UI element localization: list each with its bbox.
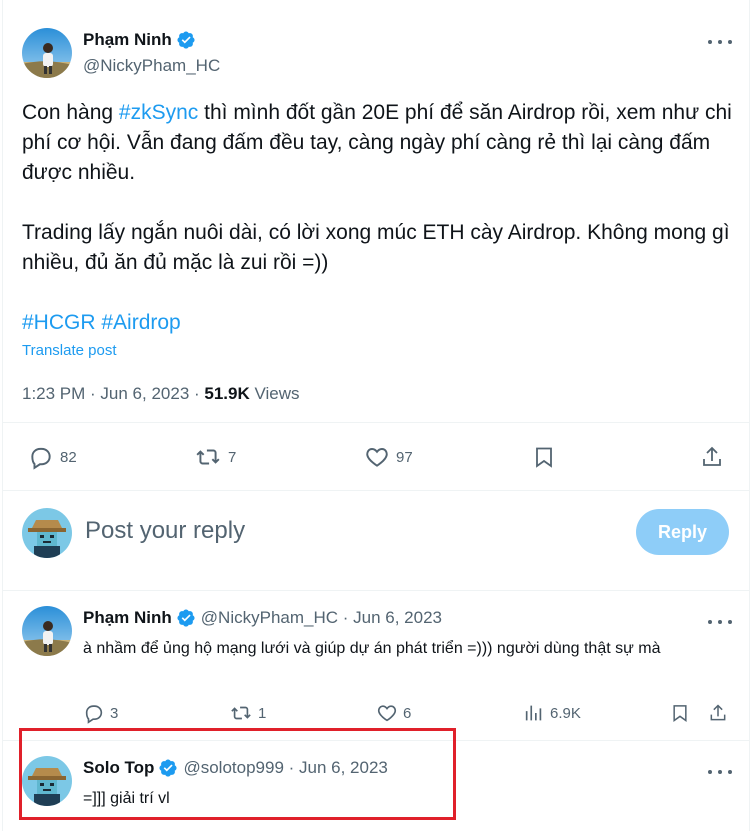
- more-icon[interactable]: [708, 32, 732, 52]
- share-icon: [710, 704, 726, 721]
- like-count: 6: [403, 704, 412, 722]
- bookmark-button[interactable]: [532, 444, 556, 470]
- heart-icon: [377, 705, 397, 722]
- reply-button[interactable]: 82: [28, 444, 77, 470]
- repost-icon: [231, 706, 251, 720]
- hashtag-zksync[interactable]: #zkSync: [119, 101, 198, 124]
- reply-submit-button[interactable]: Reply: [636, 509, 729, 555]
- bookmark-button[interactable]: [670, 702, 690, 724]
- repost-count: 7: [228, 448, 237, 466]
- reply-count: 82: [60, 448, 77, 466]
- reply-actions: 3 1 6 6.9K: [83, 702, 729, 726]
- like-button[interactable]: 97: [364, 444, 413, 470]
- hashtag-airdrop[interactable]: #Airdrop: [101, 311, 180, 334]
- author-handle[interactable]: @NickyPham_HC: [83, 56, 220, 76]
- views-count: 6.9K: [550, 704, 581, 722]
- share-button[interactable]: [700, 444, 724, 470]
- views-button[interactable]: 6.9K: [523, 702, 581, 724]
- more-icon[interactable]: [708, 762, 732, 782]
- views-label: Views: [249, 384, 300, 403]
- share-button[interactable]: [708, 702, 728, 724]
- tweet-meta: 1:23 PM · Jun 6, 2023 · 51.9K Views: [22, 384, 300, 404]
- frame-right-border: [749, 0, 750, 831]
- frame-left-border: [2, 0, 3, 831]
- heart-icon: [366, 448, 388, 467]
- share-icon: [703, 446, 721, 466]
- views-icon: [525, 705, 542, 721]
- tweet-paragraph-2: Trading lấy ngắn nuôi dài, có lời xong m…: [22, 221, 730, 274]
- repost-count: 1: [258, 704, 267, 722]
- reply-header: Phạm Ninh @NickyPham_HC · Jun 6, 2023: [83, 608, 442, 628]
- like-count: 97: [396, 448, 413, 466]
- reply-author-name[interactable]: Phạm Ninh: [83, 608, 172, 628]
- current-user-avatar[interactable]: [22, 508, 72, 558]
- bookmark-icon: [536, 447, 552, 468]
- translate-post-link[interactable]: Translate post: [22, 342, 117, 359]
- author-name[interactable]: Phạm Ninh: [83, 30, 172, 50]
- views-count: 51.9K: [204, 384, 250, 403]
- verified-badge-icon: [176, 608, 196, 628]
- repost-icon: [196, 449, 220, 465]
- tweet-time[interactable]: 1:23 PM · Jun 6, 2023 ·: [22, 384, 204, 403]
- repost-button[interactable]: 7: [194, 444, 236, 470]
- avatar-photo: [22, 606, 72, 656]
- author-avatar[interactable]: [22, 28, 72, 78]
- verified-badge-icon: [176, 30, 196, 50]
- divider: [2, 490, 750, 491]
- hashtag-hcgr[interactable]: #HCGR: [22, 311, 96, 334]
- tweet-text: Con hàng #zkSync thì mình đốt gần 20E ph…: [22, 98, 734, 338]
- more-icon[interactable]: [708, 612, 732, 632]
- reply-icon: [85, 705, 103, 724]
- tweet-text-part1: Con hàng: [22, 101, 119, 124]
- reply-author-avatar[interactable]: [22, 606, 72, 656]
- highlight-box: [19, 728, 456, 820]
- reply-input[interactable]: Post your reply: [85, 517, 245, 545]
- divider: [2, 590, 750, 591]
- reply-count: 3: [110, 704, 119, 722]
- like-button[interactable]: 6: [376, 702, 411, 724]
- pixel-avatar: [22, 508, 72, 558]
- bookmark-icon: [673, 705, 687, 722]
- reply-icon: [31, 447, 51, 470]
- reply-meta[interactable]: @NickyPham_HC · Jun 6, 2023: [201, 608, 442, 628]
- reply-button[interactable]: 3: [83, 702, 118, 724]
- author-name-row: Phạm Ninh: [83, 30, 196, 50]
- reply-text: à nhầm để ủng hộ mạng lưới và giúp dự án…: [83, 640, 661, 657]
- tweet-actions: 82 7 97: [22, 440, 728, 474]
- repost-button[interactable]: 1: [229, 702, 266, 724]
- divider: [2, 422, 750, 423]
- avatar-photo: [22, 28, 72, 78]
